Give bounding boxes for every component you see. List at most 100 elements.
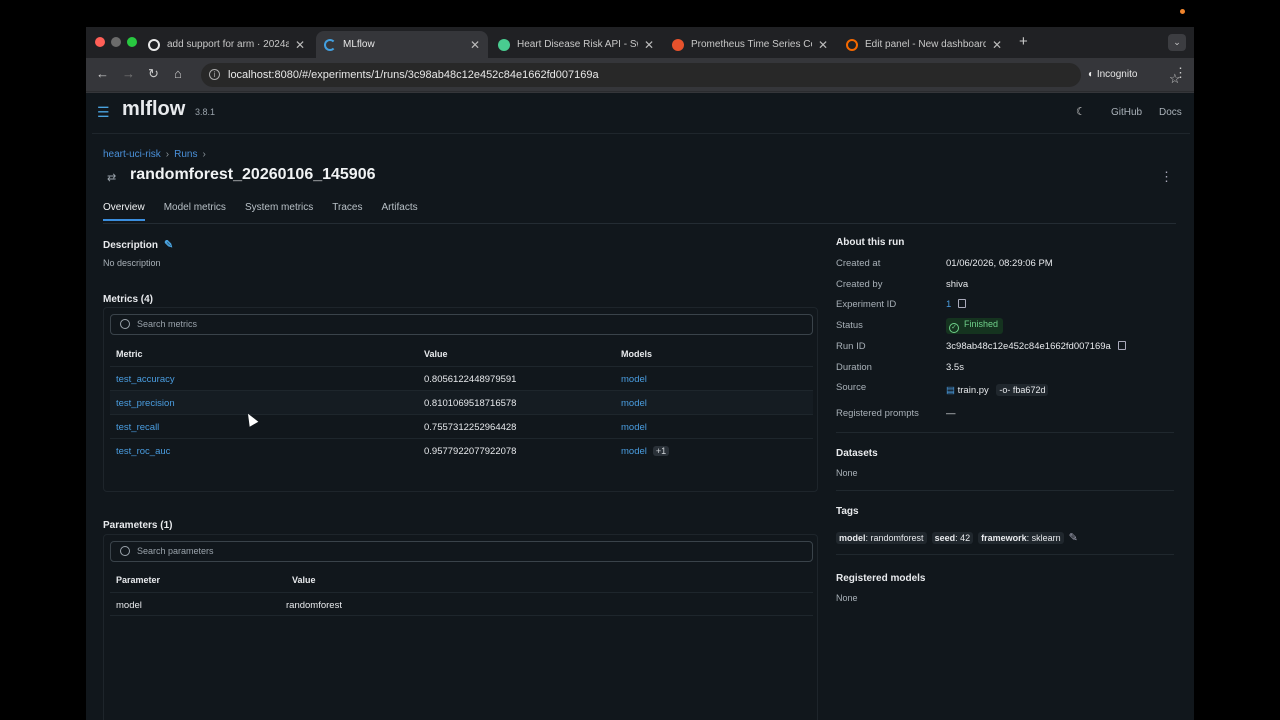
browser-tab[interactable]: Edit panel - New dashboard - ✕	[838, 31, 1010, 58]
copy-icon[interactable]	[1117, 341, 1126, 350]
new-tab-icon[interactable]: +	[1019, 33, 1028, 50]
status-label: Status	[836, 320, 863, 331]
edit-tags-pencil-icon[interactable]: ✎	[1069, 532, 1078, 544]
tab-search-chevron-icon[interactable]: ⌄	[1168, 34, 1186, 51]
tag-value: randomforest	[870, 533, 924, 543]
browser-tab[interactable]: Prometheus Time Series Coll ✕	[664, 31, 836, 58]
metric-value: 0.9577922077922078	[424, 446, 517, 457]
browser-tab[interactable]: add support for arm · 2024a ✕	[140, 31, 315, 58]
tab-strip: add support for arm · 2024a ✕ MLflow ✕ H…	[86, 27, 1194, 58]
run-tabs: Overview Model metrics System metrics Tr…	[103, 202, 418, 221]
tab-title: Heart Disease Risk API - Swa	[517, 39, 638, 50]
tag-chip[interactable]: model: randomforest	[836, 532, 927, 544]
value-column-header[interactable]: Value	[424, 349, 448, 359]
created-by-link[interactable]: shiva	[946, 279, 968, 290]
run-id-cell: 3c98ab48c12e452c84e1662fd007169a	[946, 341, 1126, 352]
address-bar[interactable]: i localhost:8080/#/experiments/1/runs/3c…	[201, 63, 1181, 87]
registered-prompts-value: —	[946, 408, 956, 419]
tab-traces[interactable]: Traces	[332, 202, 362, 221]
value-column-header[interactable]: Value	[292, 575, 316, 585]
copy-icon[interactable]	[958, 299, 967, 308]
grafana-icon	[846, 38, 858, 51]
parameters-heading: Parameters (1)	[103, 520, 173, 531]
table-row: model randomforest	[110, 592, 813, 616]
tab-system-metrics[interactable]: System metrics	[245, 202, 313, 221]
browser-tab-active[interactable]: MLflow ✕	[316, 31, 488, 58]
model-link[interactable]: model	[621, 374, 647, 385]
created-by-label: Created by	[836, 279, 883, 290]
app-header: ☰ mlflow 3.8.1 ☾ GitHub Docs	[86, 93, 1194, 133]
tab-title: Prometheus Time Series Coll	[691, 39, 812, 50]
experiment-id-link[interactable]: 1	[946, 299, 951, 310]
dark-mode-icon[interactable]: ☾	[1076, 105, 1086, 118]
model-link[interactable]: model	[621, 422, 647, 433]
duration-value: 3.5s	[946, 362, 964, 373]
commit-icon: -o-	[999, 385, 1013, 395]
breadcrumb-runs[interactable]: Runs	[174, 149, 197, 160]
browser-window: add support for arm · 2024a ✕ MLflow ✕ H…	[86, 27, 1194, 720]
models-column-header[interactable]: Models	[621, 349, 652, 359]
incognito-icon: ◐	[1088, 69, 1097, 80]
model-link[interactable]: model	[621, 398, 647, 409]
description-section: Description ✎	[103, 238, 173, 251]
url-text: localhost:8080/#/experiments/1/runs/3c98…	[228, 69, 599, 81]
search-metrics-input[interactable]: Search metrics	[110, 314, 813, 335]
browser-menu-icon[interactable]: ⋮	[1174, 65, 1187, 81]
tab-artifacts[interactable]: Artifacts	[381, 202, 417, 221]
metric-link[interactable]: test_accuracy	[116, 374, 175, 385]
hamburger-menu-icon[interactable]: ☰	[97, 104, 110, 121]
duration-label: Duration	[836, 362, 872, 373]
close-window-button[interactable]	[95, 37, 105, 47]
tag-chip[interactable]: framework: sklearn	[978, 532, 1064, 544]
reload-icon[interactable]: ↻	[148, 66, 159, 82]
metric-link[interactable]: test_precision	[116, 398, 175, 409]
model-link[interactable]: model	[621, 446, 647, 457]
incognito-indicator[interactable]: ◐ Incognito	[1088, 69, 1137, 80]
tags-list: model: randomforest seed: 42 framework: sk…	[836, 528, 1078, 546]
search-placeholder: Search metrics	[137, 319, 198, 329]
metrics-heading: Metrics (4)	[103, 294, 154, 305]
edit-pencil-icon[interactable]: ✎	[164, 239, 173, 251]
breadcrumb: heart-uci-risk › Runs ›	[103, 149, 211, 160]
tab-title: add support for arm · 2024a	[167, 39, 289, 50]
search-parameters-input[interactable]: Search parameters	[110, 541, 813, 562]
github-link[interactable]: GitHub	[1111, 107, 1142, 118]
source-file-link[interactable]: train.py	[958, 385, 989, 396]
docs-link[interactable]: Docs	[1159, 107, 1182, 118]
table-row: test_accuracy 0.8056122448979591 model	[110, 366, 813, 390]
site-info-icon[interactable]: i	[209, 69, 220, 80]
browser-tab[interactable]: Heart Disease Risk API - Swa ✕	[490, 31, 662, 58]
tab-overview[interactable]: Overview	[103, 202, 145, 221]
status-badge: ✓ Finished	[946, 318, 1004, 334]
logo-text: mlflow	[122, 98, 186, 120]
close-tab-icon[interactable]: ✕	[818, 38, 828, 52]
metric-link[interactable]: test_roc_auc	[116, 446, 170, 457]
search-icon	[120, 319, 130, 329]
forward-icon[interactable]: →	[122, 66, 135, 81]
parameter-column-header[interactable]: Parameter	[116, 575, 160, 585]
tag-key: framework	[981, 533, 1027, 543]
more-models-badge[interactable]: +1	[652, 446, 670, 456]
github-icon	[148, 38, 160, 51]
minimize-window-button[interactable]	[111, 37, 121, 47]
close-tab-icon[interactable]: ✕	[295, 38, 305, 52]
back-icon[interactable]: ←	[96, 66, 109, 81]
breadcrumb-experiment[interactable]: heart-uci-risk	[103, 149, 161, 160]
metric-column-header[interactable]: Metric	[116, 349, 143, 359]
check-circle-icon: ✓	[949, 323, 959, 333]
close-tab-icon[interactable]: ✕	[470, 38, 480, 52]
close-tab-icon[interactable]: ✕	[644, 38, 654, 52]
mlflow-logo[interactable]: mlflow	[122, 98, 185, 121]
commit-badge[interactable]: -o- fba672d	[996, 384, 1049, 396]
tag-chip[interactable]: seed: 42	[931, 532, 974, 544]
tag-value: sklearn	[1031, 533, 1061, 543]
metric-link[interactable]: test_recall	[116, 422, 159, 433]
maximize-window-button[interactable]	[127, 37, 137, 47]
about-heading: About this run	[836, 237, 905, 248]
tab-model-metrics[interactable]: Model metrics	[164, 202, 226, 221]
close-tab-icon[interactable]: ✕	[992, 38, 1002, 52]
registered-models-heading: Registered models	[836, 573, 926, 584]
tags-heading: Tags	[836, 506, 859, 517]
metrics-panel: Search metrics Metric Value Models test_…	[103, 307, 818, 492]
home-icon[interactable]: ⌂	[174, 66, 182, 81]
